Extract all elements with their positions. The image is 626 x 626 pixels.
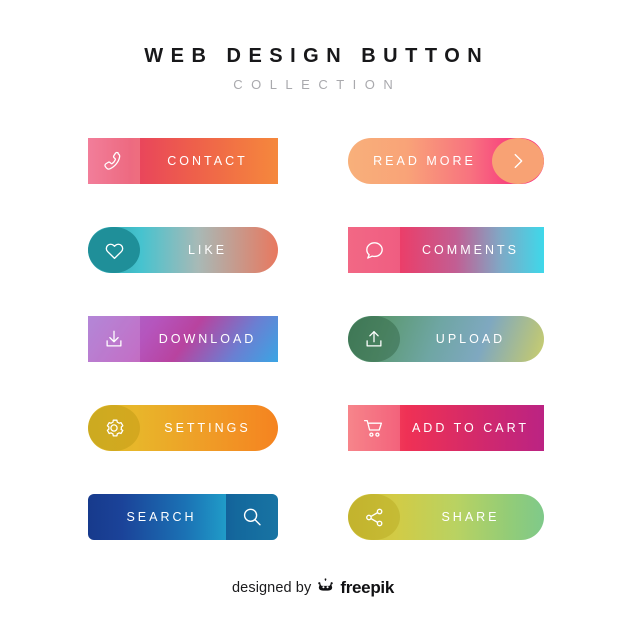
share-network-icon bbox=[348, 494, 400, 540]
shopping-cart-icon bbox=[348, 405, 400, 451]
page-root: WEB DESIGN BUTTON COLLECTION CONTACT REA… bbox=[0, 0, 626, 626]
button-grid: CONTACT READ MORE LIKE COMMENTS DOWNLOAD… bbox=[0, 138, 626, 583]
share-button[interactable]: SHARE bbox=[348, 494, 544, 540]
button-row: DOWNLOAD UPLOAD bbox=[0, 316, 626, 405]
contact-button-label: CONTACT bbox=[167, 154, 248, 168]
search-button[interactable]: SEARCH bbox=[88, 494, 278, 540]
button-row: SETTINGS ADD TO CART bbox=[0, 405, 626, 494]
add-to-cart-button-label: ADD TO CART bbox=[411, 421, 530, 435]
footer-credit: designed by freepik bbox=[0, 577, 626, 599]
speech-bubble-icon bbox=[348, 227, 400, 273]
contact-button[interactable]: CONTACT bbox=[88, 138, 278, 184]
gear-icon bbox=[88, 405, 140, 451]
read-more-button[interactable]: READ MORE bbox=[348, 138, 544, 184]
like-button[interactable]: LIKE bbox=[88, 227, 278, 273]
magnifier-icon bbox=[226, 494, 278, 540]
heart-icon bbox=[88, 227, 140, 273]
search-button-label: SEARCH bbox=[126, 510, 197, 524]
button-row: SEARCH SHARE bbox=[0, 494, 626, 583]
freepik-brand-label: freepik bbox=[340, 578, 394, 597]
designed-by-label: designed by bbox=[232, 580, 312, 596]
freepik-crown-icon bbox=[317, 577, 334, 599]
grid-cell: CONTACT bbox=[88, 138, 278, 184]
download-button-label: DOWNLOAD bbox=[158, 332, 257, 346]
grid-cell: READ MORE bbox=[348, 138, 544, 184]
grid-cell: LIKE bbox=[88, 227, 278, 273]
download-arrow-icon bbox=[88, 316, 140, 362]
button-row: LIKE COMMENTS bbox=[0, 227, 626, 316]
read-more-button-label: READ MORE bbox=[373, 154, 476, 168]
grid-cell: SETTINGS bbox=[88, 405, 278, 451]
upload-arrow-icon bbox=[348, 316, 400, 362]
upload-button-label: UPLOAD bbox=[435, 332, 506, 346]
chevron-right-icon bbox=[492, 138, 544, 184]
share-button-label: SHARE bbox=[441, 510, 500, 524]
phone-icon bbox=[88, 138, 140, 184]
grid-cell: SHARE bbox=[348, 494, 544, 540]
grid-cell: SEARCH bbox=[88, 494, 278, 540]
settings-button[interactable]: SETTINGS bbox=[88, 405, 278, 451]
like-button-label: LIKE bbox=[187, 243, 228, 257]
settings-button-label: SETTINGS bbox=[164, 421, 251, 435]
page-header: WEB DESIGN BUTTON COLLECTION bbox=[0, 44, 626, 93]
add-to-cart-button[interactable]: ADD TO CART bbox=[348, 405, 544, 451]
grid-cell: UPLOAD bbox=[348, 316, 544, 362]
grid-cell: COMMENTS bbox=[348, 227, 544, 273]
download-button[interactable]: DOWNLOAD bbox=[88, 316, 278, 362]
comments-button-label: COMMENTS bbox=[422, 243, 519, 257]
grid-cell: DOWNLOAD bbox=[88, 316, 278, 362]
button-row: CONTACT READ MORE bbox=[0, 138, 626, 227]
comments-button[interactable]: COMMENTS bbox=[348, 227, 544, 273]
grid-cell: ADD TO CART bbox=[348, 405, 544, 451]
page-title: WEB DESIGN BUTTON bbox=[144, 45, 490, 67]
page-subtitle: COLLECTION bbox=[233, 77, 402, 92]
upload-button[interactable]: UPLOAD bbox=[348, 316, 544, 362]
